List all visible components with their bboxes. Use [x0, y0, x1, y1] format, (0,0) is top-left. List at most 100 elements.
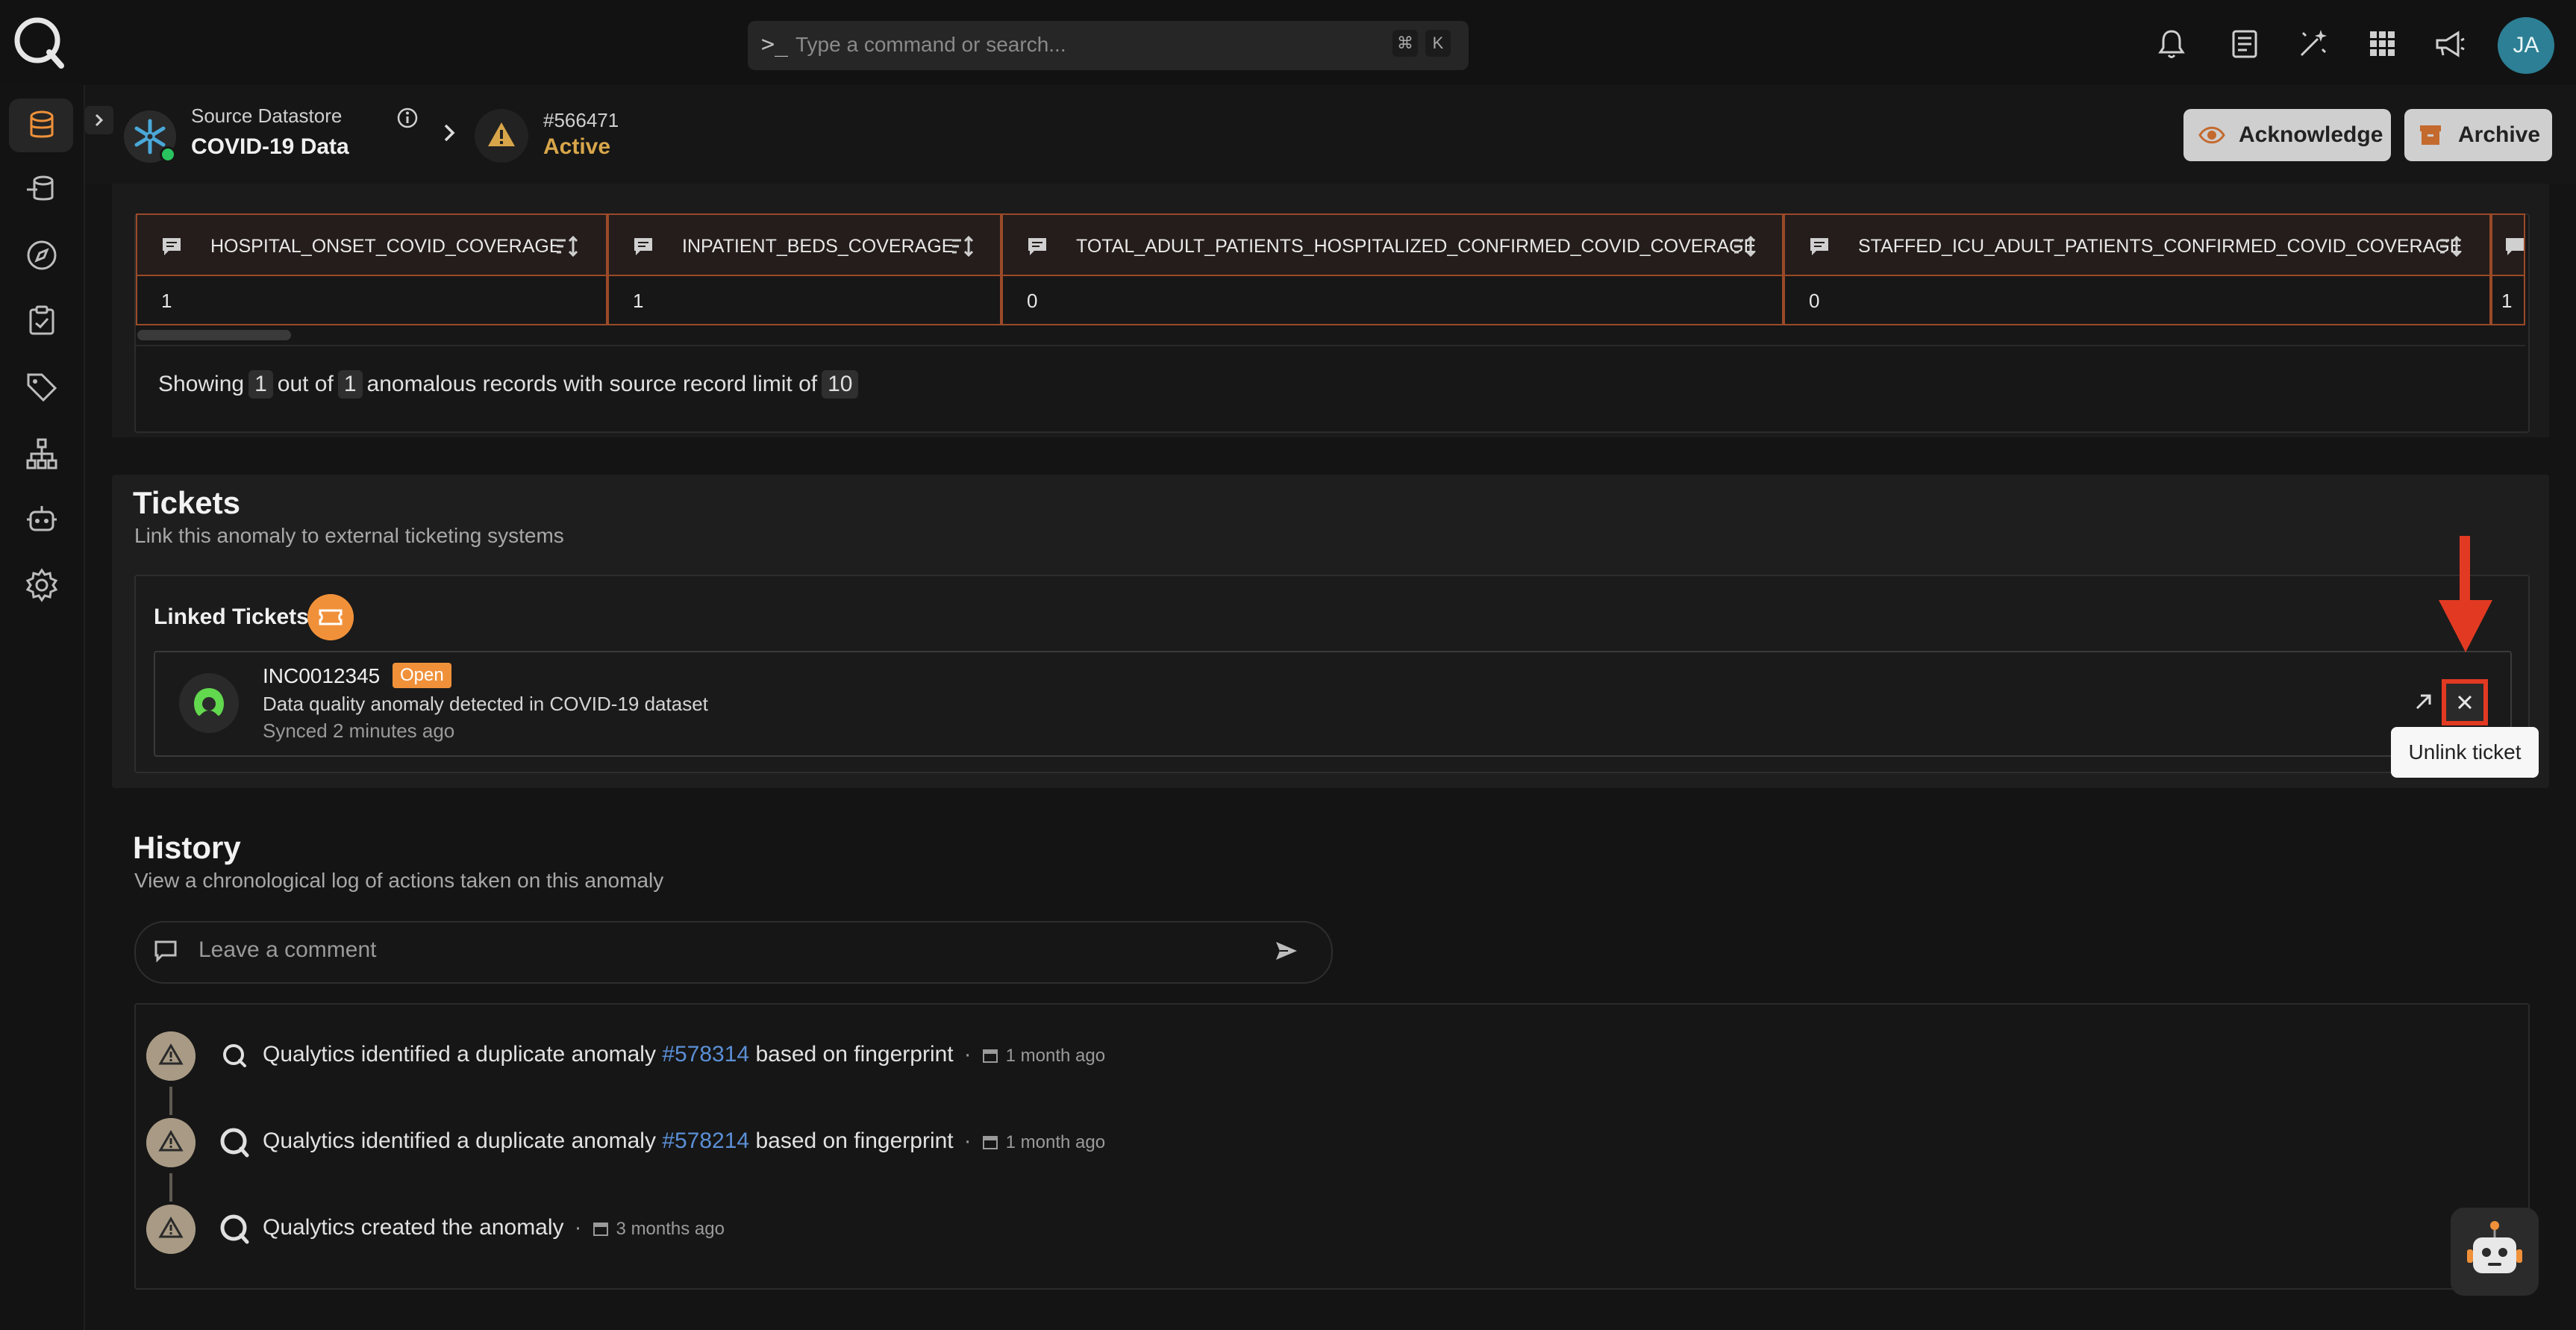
column-name: HOSPITAL_ONSET_COVID_COVERAGE — [210, 236, 562, 257]
sort-icon[interactable] — [1731, 233, 1758, 260]
archive-button[interactable]: Archive — [2404, 109, 2552, 161]
table-cell: 0 — [1783, 276, 2491, 325]
shortcut-key-cmd: ⌘ — [1392, 30, 1418, 57]
records-summary: Showing 1 out of 1 anomalous records with so… — [158, 370, 863, 399]
ticket-icon — [307, 594, 354, 640]
bell-icon[interactable] — [2154, 27, 2189, 61]
qualytics-logo-icon — [220, 1214, 249, 1244]
table-cell: 0 — [1001, 276, 1783, 325]
calendar-icon — [982, 1136, 998, 1149]
shown-count-chip: 1 — [248, 370, 273, 399]
enrichment-icon[interactable] — [24, 172, 60, 207]
annotation-arrow-head — [2439, 600, 2492, 652]
warning-icon — [475, 109, 528, 163]
unlink-tooltip: Unlink ticket — [2391, 727, 2539, 778]
annotation-arrow-shaft — [2460, 536, 2470, 605]
column-header[interactable]: HOSPITAL_ONSET_COVID_COVERAGE — [136, 213, 607, 276]
qualytics-logo-icon[interactable] — [10, 13, 67, 70]
table-cell: 1 — [607, 276, 1001, 325]
column-header[interactable]: INPATIENT_BEDS_COVERAGE — [607, 213, 1001, 276]
tickets-subtitle: Link this anomaly to external ticketing … — [134, 524, 564, 547]
comment-icon — [1810, 238, 1828, 255]
sort-icon[interactable] — [2437, 233, 2464, 260]
tags-icon[interactable] — [24, 369, 60, 405]
sidebar-expand-button[interactable] — [85, 106, 113, 134]
ticket-synced-time: Synced 2 minutes ago — [263, 719, 455, 742]
limit-chip: 10 — [822, 370, 859, 399]
column-name: INPATIENT_BEDS_COVERAGE — [682, 236, 954, 257]
comment-icon — [163, 238, 181, 255]
external-link-icon[interactable] — [2410, 688, 2437, 715]
anomaly-link[interactable]: #578314 — [662, 1042, 749, 1067]
column-header[interactable] — [2491, 213, 2525, 276]
history-entry: Qualytics identified a duplicate anomaly… — [263, 1042, 1106, 1067]
calendar-icon — [982, 1049, 998, 1063]
column-name: STAFFED_ICU_ADULT_PATIENTS_CONFIRMED_COV… — [1858, 236, 2463, 257]
archive-label: Archive — [2458, 122, 2541, 147]
checks-icon[interactable] — [24, 303, 60, 339]
tickets-title: Tickets — [133, 485, 240, 520]
table-cell: 1 — [2491, 276, 2525, 325]
magic-wand-icon[interactable] — [2295, 27, 2330, 61]
column-header[interactable]: STAFFED_ICU_ADULT_PATIENTS_CONFIRMED_COV… — [1783, 213, 2491, 276]
document-icon[interactable] — [2228, 27, 2262, 61]
servicenow-logo-icon — [179, 673, 239, 733]
comment-icon — [154, 940, 177, 963]
horizontal-scrollbar[interactable] — [136, 327, 2525, 345]
archive-box-icon — [2420, 125, 2441, 145]
agents-icon[interactable] — [24, 502, 60, 537]
megaphone-icon[interactable] — [2433, 27, 2467, 61]
ticket-number[interactable]: INC0012345 — [263, 664, 380, 688]
warning-icon — [146, 1118, 196, 1167]
datastore-icon[interactable] — [24, 107, 60, 143]
send-icon[interactable] — [1273, 937, 1300, 964]
info-icon[interactable] — [396, 106, 419, 130]
history-title: History — [133, 830, 241, 865]
acknowledge-label: Acknowledge — [2239, 122, 2383, 147]
explore-icon[interactable] — [24, 237, 60, 273]
settings-icon[interactable] — [24, 567, 60, 603]
warning-icon — [146, 1031, 196, 1081]
avatar[interactable]: JA — [2498, 17, 2554, 74]
sort-icon[interactable] — [949, 233, 976, 260]
history-time: 3 months ago — [616, 1219, 725, 1239]
history-entry: Qualytics identified a duplicate anomaly… — [263, 1128, 1106, 1153]
lineage-icon[interactable] — [24, 436, 60, 472]
total-count-chip: 1 — [337, 370, 363, 399]
linked-tickets-label: Linked Tickets — [154, 605, 309, 629]
comment-icon — [1028, 238, 1046, 255]
qualytics-logo-icon — [223, 1044, 246, 1067]
warning-icon — [146, 1205, 196, 1254]
calendar-icon — [593, 1223, 608, 1236]
terminal-icon: >_ — [761, 31, 789, 57]
eye-icon — [2198, 126, 2225, 144]
history-time: 1 month ago — [1005, 1046, 1106, 1066]
datastore-kicker: Source Datastore — [191, 104, 343, 127]
comment-icon — [634, 238, 652, 255]
anomaly-link[interactable]: #578214 — [662, 1128, 749, 1153]
anomaly-status: Active — [543, 134, 611, 159]
history-entry: Qualytics created the anomaly · 3 months a… — [263, 1215, 725, 1240]
column-name: TOTAL_ADULT_PATIENTS_HOSPITALIZED_CONFIR… — [1076, 236, 1757, 257]
search-placeholder: Type a command or search... — [795, 33, 1066, 56]
datastore-name[interactable]: COVID-19 Data — [191, 134, 349, 160]
close-icon — [2457, 695, 2472, 710]
anomaly-id: #566471 — [543, 109, 619, 131]
qualytics-logo-icon — [220, 1128, 249, 1158]
status-online-dot — [160, 146, 176, 163]
grid-icon[interactable] — [2366, 27, 2400, 61]
history-time: 1 month ago — [1005, 1132, 1106, 1152]
comment-icon — [2506, 238, 2524, 255]
acknowledge-button[interactable]: Acknowledge — [2183, 109, 2391, 161]
sort-icon[interactable] — [554, 233, 581, 260]
timeline-connector — [169, 1173, 172, 1202]
timeline-connector — [169, 1087, 172, 1115]
scrollbar-thumb[interactable] — [137, 330, 291, 340]
column-header[interactable]: TOTAL_ADULT_PATIENTS_HOSPITALIZED_CONFIR… — [1001, 213, 1783, 276]
history-subtitle: View a chronological log of actions take… — [134, 869, 664, 892]
shortcut-key-k: K — [1425, 30, 1451, 57]
ticket-status-badge: Open — [393, 663, 451, 688]
chevron-right-icon — [444, 124, 455, 142]
assistant-bot-icon[interactable] — [2451, 1208, 2539, 1296]
unlink-ticket-button[interactable] — [2442, 679, 2488, 725]
